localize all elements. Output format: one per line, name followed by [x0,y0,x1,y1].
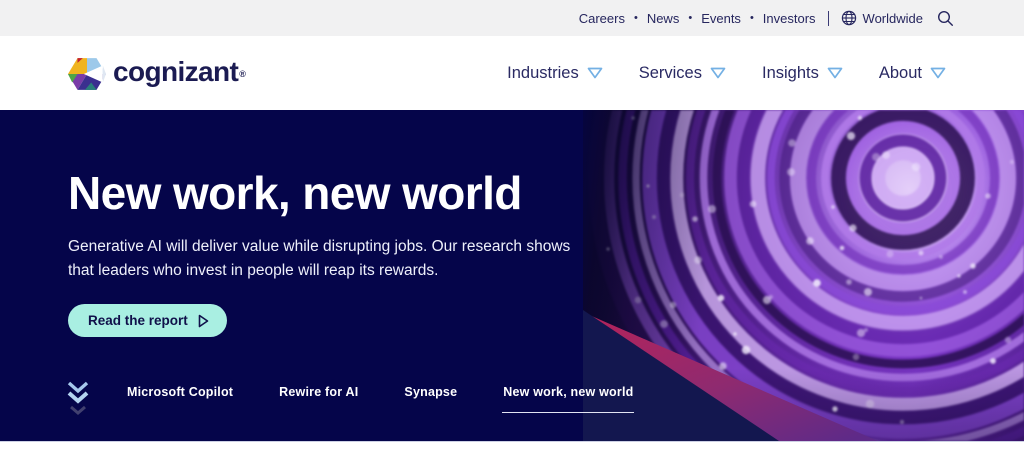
hero-banner: New work, new world Generative AI will d… [0,110,1024,441]
tab-new-work-new-world[interactable]: New work, new world [502,383,634,413]
geometric-overlay-shapes [583,110,1024,441]
chevron-down-triangle-icon [587,67,603,79]
search-icon [937,10,954,27]
utility-links: Careers • News • Events • Investors [579,11,816,26]
search-button[interactable] [937,10,954,27]
hero-fiber-optic-image [583,110,1024,441]
registered-mark: ® [239,69,245,79]
nav-item-label: Industries [507,64,579,83]
region-selector[interactable]: Worldwide [841,10,923,26]
nav-item-services[interactable]: Services [639,64,726,83]
double-chevron-down-icon[interactable] [66,380,90,427]
hero-description: Generative AI will deliver value while d… [68,235,588,283]
nav-item-industries[interactable]: Industries [507,64,603,83]
divider [828,11,829,26]
logo-wordmark: cognizant® [113,53,244,91]
main-header: cognizant® Industries Services Insights [0,36,1024,110]
utility-link-events[interactable]: Events [701,11,741,26]
utility-link-investors[interactable]: Investors [763,11,816,26]
nav-item-about[interactable]: About [879,64,946,83]
cognizant-homepage: Careers • News • Events • Investors Worl… [0,0,1024,455]
utility-bar: Careers • News • Events • Investors Worl… [0,0,1024,36]
cognizant-logo[interactable]: cognizant® [68,53,244,93]
utility-link-careers[interactable]: Careers [579,11,625,26]
main-nav: Industries Services Insights About [507,64,946,83]
hero-title: New work, new world [68,166,598,220]
separator-dot: • [750,13,754,24]
tab-rewire-for-ai[interactable]: Rewire for AI [278,383,359,412]
chevron-down-triangle-icon [930,67,946,79]
separator-dot: • [634,13,638,24]
hero-carousel-tabs: Microsoft Copilot Rewire for AI Synapse … [66,383,634,427]
chevron-down-triangle-icon [827,67,843,79]
nav-item-insights[interactable]: Insights [762,64,843,83]
cta-label: Read the report [88,313,188,328]
separator-dot: • [688,13,692,24]
hero-content: New work, new world Generative AI will d… [68,166,598,337]
tab-microsoft-copilot[interactable]: Microsoft Copilot [126,383,234,412]
read-report-button[interactable]: Read the report [68,304,227,337]
play-outline-icon [198,314,209,328]
chevron-down-triangle-icon [710,67,726,79]
tab-synapse[interactable]: Synapse [403,383,458,412]
globe-icon [841,10,857,26]
nav-item-label: Insights [762,64,819,83]
cognizant-gem-icon [68,55,106,93]
nav-item-label: About [879,64,922,83]
bottom-strip [0,441,1024,455]
nav-item-label: Services [639,64,702,83]
utility-link-news[interactable]: News [647,11,680,26]
region-label: Worldwide [863,11,923,26]
